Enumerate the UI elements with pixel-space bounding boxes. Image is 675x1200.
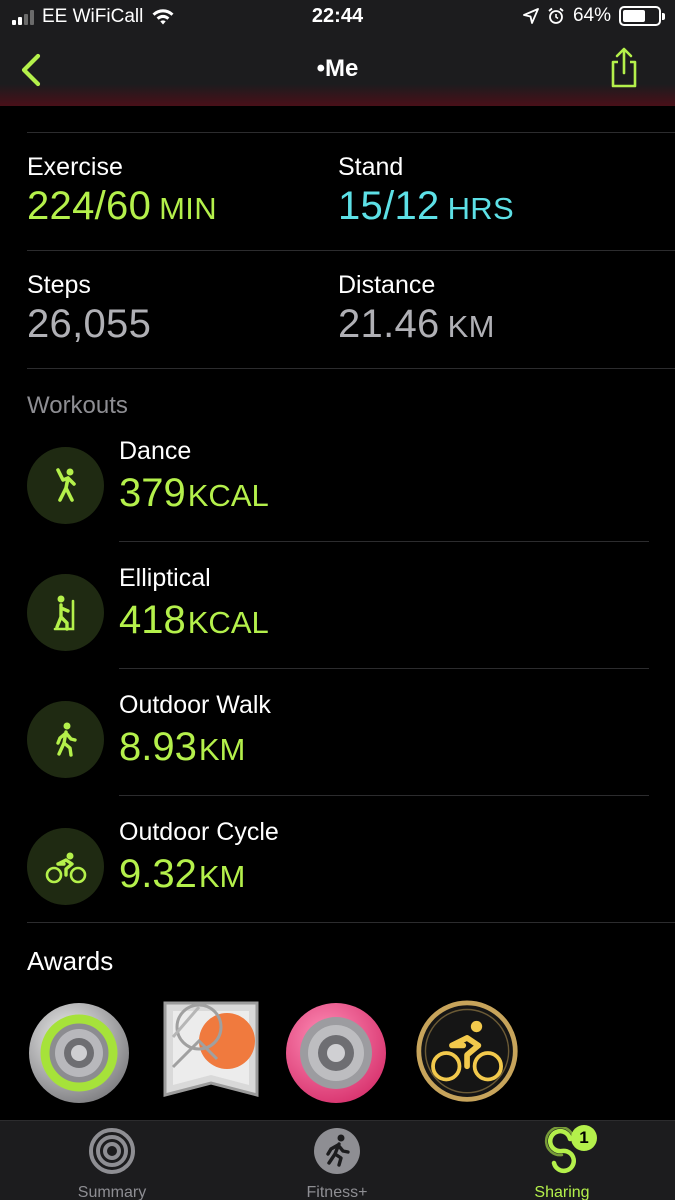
divider	[27, 132, 675, 133]
stand-metric: Stand 15/12 HRS	[338, 153, 514, 229]
runner-icon	[314, 1128, 360, 1174]
notification-badge: 1	[571, 1125, 597, 1151]
stand-label: Stand	[338, 153, 404, 181]
workout-row-outdoor-walk[interactable]: Outdoor Walk 8.93KM	[27, 691, 649, 818]
workout-name: Dance	[119, 437, 192, 465]
divider	[27, 922, 675, 923]
workout-row-elliptical[interactable]: Elliptical 418KCAL	[27, 564, 649, 691]
exercise-label: Exercise	[27, 153, 123, 181]
steps-label: Steps	[27, 271, 91, 299]
stand-value: 15/12 HRS	[338, 184, 514, 228]
challenge-award-icon[interactable]	[159, 997, 263, 1109]
workout-value: 9.32KM	[119, 852, 246, 896]
steps-value: 26,055	[27, 302, 152, 346]
exercise-ring-award-icon[interactable]	[284, 997, 388, 1109]
distance-value: 21.46 KM	[338, 302, 495, 346]
exercise-metric: Exercise 224/60 MIN	[27, 153, 217, 229]
workout-name: Elliptical	[119, 564, 211, 592]
cycling-award-icon[interactable]	[416, 997, 520, 1109]
divider	[119, 795, 649, 796]
workout-value: 379KCAL	[119, 471, 269, 515]
divider	[119, 541, 649, 542]
workout-name: Outdoor Cycle	[119, 818, 279, 846]
workout-row-outdoor-cycle[interactable]: Outdoor Cycle 9.32KM	[27, 818, 649, 945]
workouts-header: Workouts	[27, 392, 128, 419]
move-ring-award-icon[interactable]	[27, 997, 131, 1109]
cycle-icon	[27, 828, 104, 905]
rings-icon	[89, 1128, 135, 1174]
share-button[interactable]	[607, 46, 641, 90]
alarm-icon	[548, 7, 564, 24]
battery-percent: 64%	[572, 5, 611, 26]
status-bar: EE WiFiCall 22:44 64%	[0, 0, 675, 36]
tab-bar: Summary Fitness+ 1 Sharing	[0, 1120, 675, 1200]
distance-metric: Distance 21.46 KM	[338, 271, 495, 347]
navigation-bar: •Me	[0, 36, 675, 106]
tab-fitness-plus[interactable]: Fitness+	[272, 1127, 402, 1200]
exercise-value: 224/60 MIN	[27, 184, 217, 228]
workout-value: 418KCAL	[119, 598, 269, 642]
awards-header: Awards	[27, 946, 114, 976]
tab-label: Summary	[77, 1184, 147, 1200]
location-icon	[523, 8, 539, 24]
divider	[119, 668, 649, 669]
dance-icon	[27, 447, 104, 524]
divider	[27, 250, 675, 251]
distance-label: Distance	[338, 271, 436, 299]
tab-label: Sharing	[534, 1184, 590, 1200]
divider	[27, 368, 675, 369]
workout-row-dance[interactable]: Dance 379KCAL	[27, 437, 649, 564]
page-title: •Me	[316, 55, 359, 82]
elliptical-icon	[27, 574, 104, 651]
workout-value: 8.93KM	[119, 725, 246, 769]
battery-icon	[619, 6, 665, 26]
tab-summary[interactable]: Summary	[47, 1127, 177, 1200]
walk-icon	[27, 701, 104, 778]
tab-sharing[interactable]: 1 Sharing	[497, 1125, 627, 1200]
tab-label: Fitness+	[306, 1184, 368, 1200]
steps-metric: Steps 26,055	[27, 271, 151, 347]
workout-name: Outdoor Walk	[119, 691, 271, 719]
